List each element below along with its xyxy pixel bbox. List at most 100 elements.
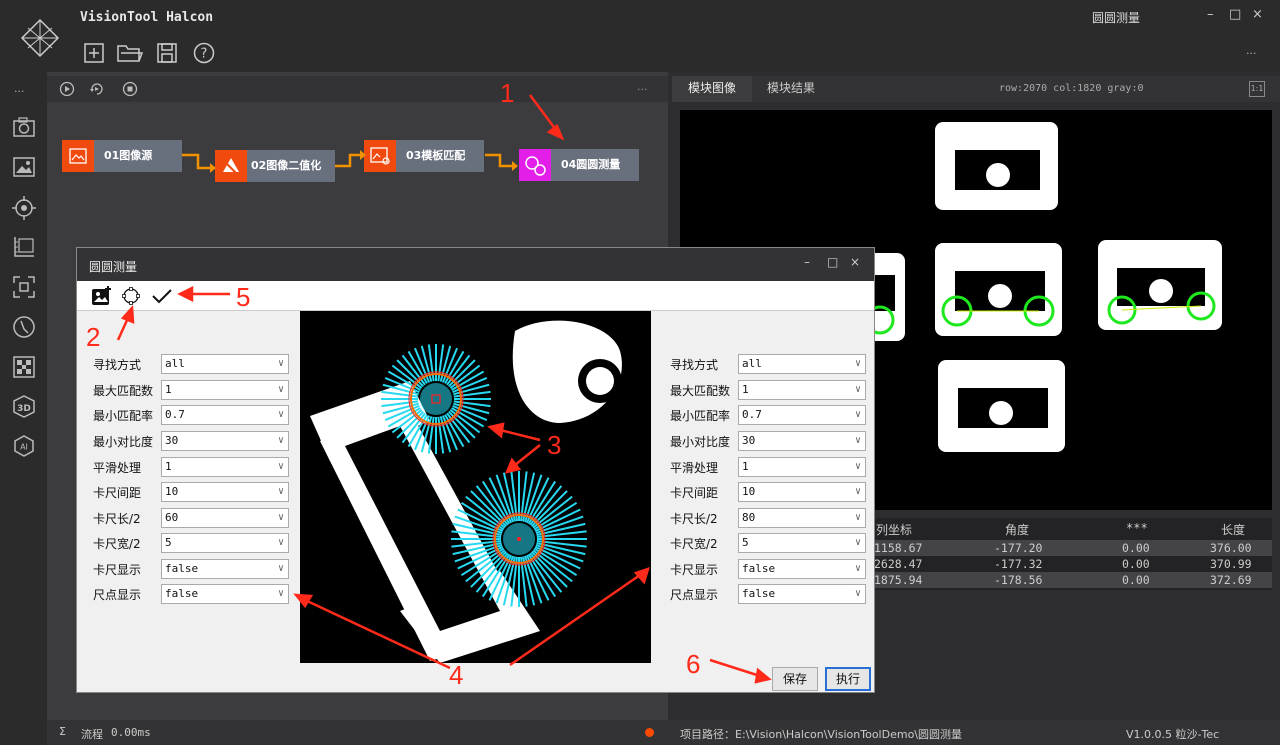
- param-select[interactable]: 30 ∨: [738, 431, 866, 451]
- app-title: VisionTool Halcon: [80, 10, 214, 25]
- run-button[interactable]: 执行: [825, 667, 871, 691]
- param-select[interactable]: 5 ∨: [161, 533, 289, 553]
- stop-icon[interactable]: [122, 81, 138, 97]
- flow-more-button[interactable]: ...: [637, 80, 648, 93]
- maximize-button[interactable]: □: [1229, 7, 1241, 22]
- table-cell: 376.00: [1210, 541, 1252, 555]
- param-row: 最小匹配率 0.7 ∨: [93, 405, 289, 425]
- more-tools-button[interactable]: ...: [14, 82, 25, 95]
- param-select[interactable]: 10 ∨: [161, 482, 289, 502]
- flow-node-image-source[interactable]: 01图像源: [62, 140, 182, 172]
- save-button[interactable]: 保存: [772, 667, 818, 691]
- flow-toolbar: ...: [47, 76, 668, 102]
- table-cell: 370.99: [1210, 557, 1252, 571]
- param-select[interactable]: 1 ∨: [738, 380, 866, 400]
- param-select[interactable]: 60 ∨: [161, 508, 289, 528]
- param-value: 60: [165, 511, 179, 524]
- close-button[interactable]: ×: [1252, 7, 1263, 22]
- param-select[interactable]: 30 ∨: [161, 431, 289, 451]
- table-cell: -177.20: [994, 541, 1043, 555]
- param-select[interactable]: all ∨: [738, 354, 866, 374]
- image-icon[interactable]: [12, 156, 36, 178]
- run-loop-icon[interactable]: [89, 81, 105, 97]
- version: V1.0.0.5 粒沙-Tec: [1126, 728, 1220, 741]
- calibration-icon[interactable]: [12, 315, 36, 339]
- param-value: 1: [165, 383, 172, 396]
- dialog-maximize-button[interactable]: □: [827, 255, 838, 269]
- param-select[interactable]: 5 ∨: [738, 533, 866, 553]
- param-row: 卡尺宽/2 5 ∨: [93, 533, 289, 553]
- param-row: 最小对比度 30 ∨: [670, 431, 866, 451]
- param-select[interactable]: 1 ∨: [161, 380, 289, 400]
- param-label: 寻找方式: [670, 358, 719, 372]
- param-value: false: [742, 587, 776, 600]
- param-label: 卡尺显示: [93, 563, 142, 577]
- camera-icon[interactable]: [12, 116, 36, 138]
- column-header: ***: [1126, 521, 1148, 535]
- dialog-close-button[interactable]: ×: [850, 255, 860, 269]
- table-cell: 2628.47: [874, 557, 923, 571]
- app-logo-icon: [20, 18, 60, 58]
- annotation-label: 3: [547, 430, 562, 460]
- fit-button[interactable]: 1:1: [1249, 81, 1265, 97]
- load-image-icon[interactable]: [91, 286, 113, 306]
- ai-icon[interactable]: AI: [12, 434, 36, 458]
- new-file-icon[interactable]: [84, 43, 104, 63]
- column-header: 列坐标: [876, 523, 913, 537]
- annotation-label: 4: [449, 660, 464, 690]
- tab-module-image[interactable]: 模块图像: [672, 76, 752, 102]
- checkerboard-icon[interactable]: [12, 355, 36, 379]
- confirm-check-icon[interactable]: [151, 288, 173, 304]
- param-value: false: [742, 562, 776, 575]
- param-select[interactable]: all ∨: [161, 354, 289, 374]
- param-row: 卡尺间距 10 ∨: [93, 482, 289, 502]
- param-label: 最小对比度: [670, 435, 731, 449]
- param-label: 最小匹配率: [670, 409, 731, 423]
- help-icon[interactable]: ?: [193, 42, 215, 64]
- tab-module-result[interactable]: 模块结果: [758, 76, 824, 102]
- param-row: 卡尺长/2 60 ∨: [93, 508, 289, 528]
- param-row: 卡尺显示 false ∨: [93, 559, 289, 579]
- open-folder-icon[interactable]: [117, 43, 143, 63]
- param-label: 尺点显示: [93, 588, 142, 602]
- param-select[interactable]: 10 ∨: [738, 482, 866, 502]
- param-select[interactable]: false ∨: [161, 559, 289, 579]
- param-select[interactable]: 80 ∨: [738, 508, 866, 528]
- node-label: 04圆圆测量: [551, 149, 639, 181]
- table-cell: 1875.94: [874, 573, 923, 587]
- table-cell: 372.69: [1210, 573, 1252, 587]
- run-once-icon[interactable]: [59, 81, 75, 97]
- chevron-down-icon: ∨: [277, 461, 284, 472]
- param-select[interactable]: 0.7 ∨: [738, 405, 866, 425]
- chevron-down-icon: ∨: [277, 435, 284, 446]
- measure-image-view[interactable]: [300, 311, 651, 663]
- param-select[interactable]: false ∨: [738, 584, 866, 604]
- param-select[interactable]: false ∨: [738, 559, 866, 579]
- param-select[interactable]: 1 ∨: [161, 457, 289, 477]
- draw-circle-icon[interactable]: [122, 287, 140, 305]
- param-label: 最小匹配率: [93, 409, 154, 423]
- param-label: 卡尺长/2: [670, 512, 718, 526]
- param-label: 最小对比度: [93, 435, 154, 449]
- flow-time: 0.00ms: [111, 726, 151, 739]
- param-select[interactable]: false ∨: [161, 584, 289, 604]
- chevron-down-icon: ∨: [854, 512, 861, 523]
- param-row: 平滑处理 1 ∨: [93, 457, 289, 477]
- target-icon[interactable]: [11, 195, 37, 221]
- save-icon[interactable]: [157, 43, 177, 63]
- dialog-minimize-button[interactable]: –: [804, 255, 810, 269]
- left-toolbar: ... 3D AI: [0, 72, 47, 745]
- param-select[interactable]: 0.7 ∨: [161, 405, 289, 425]
- focus-icon[interactable]: [12, 275, 36, 299]
- table-cell: -178.56: [994, 573, 1043, 587]
- param-label: 卡尺宽/2: [93, 537, 141, 551]
- more-menu-button[interactable]: ...: [1246, 44, 1257, 57]
- 3d-icon[interactable]: 3D: [12, 394, 36, 418]
- param-select[interactable]: 1 ∨: [738, 457, 866, 477]
- sigma-icon: Σ: [59, 725, 66, 738]
- minimize-button[interactable]: –: [1207, 7, 1214, 22]
- ruler-icon[interactable]: [12, 235, 36, 259]
- annotation-label: 1: [500, 78, 515, 108]
- param-label: 平滑处理: [670, 461, 719, 475]
- flow-node-circle-measure[interactable]: 04圆圆测量: [519, 149, 639, 181]
